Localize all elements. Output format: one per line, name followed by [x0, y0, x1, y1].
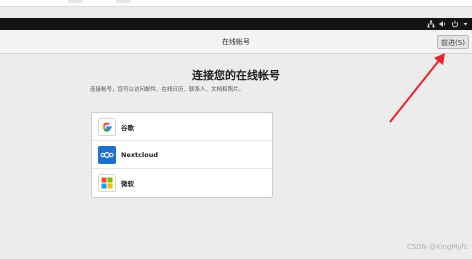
power-icon[interactable] [451, 20, 459, 29]
provider-label-microsoft: 微软 [121, 180, 134, 188]
provider-label-google: 谷歌 [121, 123, 134, 132]
system-top-bar [0, 18, 472, 30]
nextcloud-icon [98, 145, 116, 164]
microsoft-icon [98, 174, 116, 192]
main-content: 连接您的在线帐号 连接帐号，您可以访问邮件、在线日历、联系人、文档和照片。 谷歌 [0, 54, 472, 259]
system-tray[interactable] [427, 19, 468, 29]
provider-row-google[interactable]: 谷歌 [92, 113, 272, 141]
google-icon [98, 117, 116, 136]
volume-icon[interactable] [439, 20, 447, 29]
provider-list: 谷歌 Nextcloud 微软 [91, 112, 273, 198]
window-edge-mark [68, 0, 82, 3]
top-strip [0, 0, 472, 7]
page-description: 连接帐号，您可以访问邮件、在线日历、联系人、文档和照片。 [90, 87, 245, 93]
provider-row-nextcloud[interactable]: Nextcloud [92, 141, 272, 169]
header-bar: 在线帐号 前进(S) [0, 30, 472, 54]
provider-row-microsoft[interactable]: 微软 [92, 169, 272, 197]
provider-label-nextcloud: Nextcloud [121, 150, 158, 159]
page-heading: 连接您的在线帐号 [192, 69, 280, 82]
previous-button[interactable]: 前进(S) [437, 35, 469, 49]
window-title: 在线帐号 [222, 38, 250, 46]
watermark: CSDN @KingMyfc [406, 243, 468, 251]
network-icon[interactable] [427, 20, 435, 29]
window-edge-mark [116, 0, 130, 3]
chevron-down-icon[interactable] [463, 20, 468, 29]
